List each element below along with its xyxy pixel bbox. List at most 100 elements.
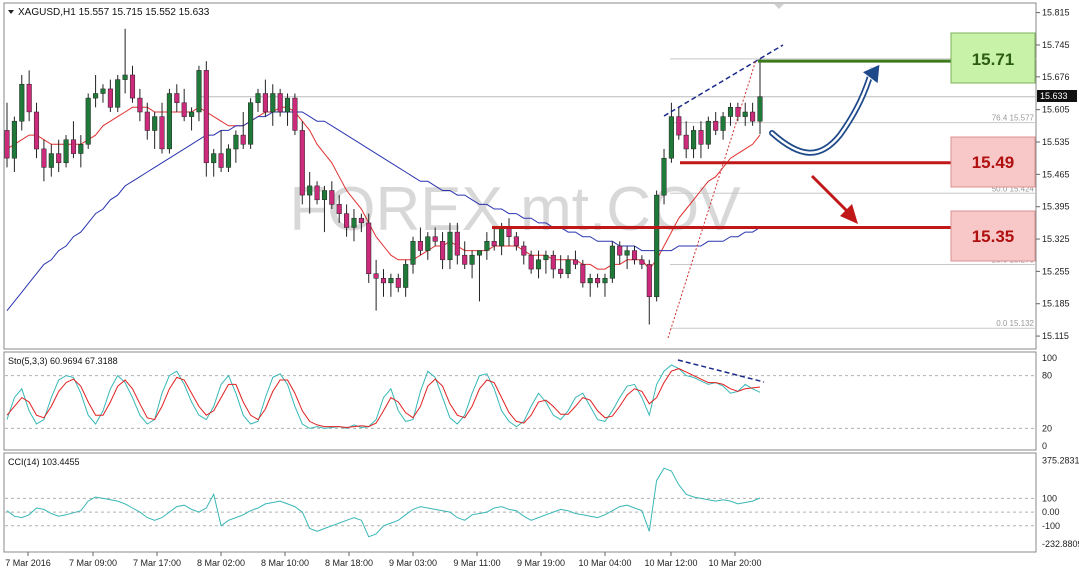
candle-body [129, 74, 136, 99]
candle-body [727, 107, 734, 117]
candle-body [351, 217, 357, 228]
candle-body [122, 74, 128, 80]
current-price-value: 15.633 [1040, 91, 1068, 101]
sto-axis-label: 0 [1042, 441, 1047, 451]
candle-body [558, 268, 564, 274]
candle-body [70, 139, 77, 154]
candle-body [654, 194, 660, 298]
candle-body [233, 134, 239, 150]
time-axis-label: 10 Mar 20:00 [708, 558, 761, 568]
candle-body [314, 185, 320, 201]
candle-body [152, 116, 158, 131]
candle-body [41, 148, 47, 168]
candle-body [683, 134, 689, 150]
sto-axis-label: 80 [1042, 371, 1052, 381]
candle-body [499, 227, 505, 247]
price-axis-label: 15.815 [1042, 8, 1070, 18]
candle-body [277, 93, 283, 113]
candle-body [395, 278, 401, 288]
candle-body [609, 245, 615, 279]
time-axis-label: 8 Mar 18:00 [325, 558, 373, 568]
candle-body [484, 241, 490, 251]
candle-body [528, 254, 534, 270]
candle-body [78, 144, 84, 154]
candle-body [366, 222, 372, 274]
price-axis-label: 15.185 [1042, 299, 1070, 309]
price-axis-label: 15.745 [1042, 40, 1070, 50]
candle-body [56, 153, 62, 164]
sto-axis-label: 100 [1042, 353, 1057, 363]
candle-body [668, 116, 674, 159]
time-axis-label: 8 Mar 02:00 [197, 558, 245, 568]
cci-axis-label: 0.00 [1042, 507, 1060, 517]
candle-body [617, 245, 623, 256]
candle-body [329, 190, 335, 205]
candle-body [572, 259, 579, 265]
candle-body [388, 278, 394, 284]
candle-body [344, 213, 350, 228]
time-axis-label: 7 Mar 2016 [5, 558, 51, 568]
candle-body [292, 97, 298, 131]
candle-body [26, 83, 32, 113]
candle-body [602, 278, 608, 284]
price-axis-label: 15.465 [1042, 169, 1070, 179]
candle-body [417, 241, 423, 251]
candle-body [107, 88, 113, 108]
candle-body [240, 134, 246, 145]
fib-level-label: 0.0 15.132 [996, 319, 1034, 328]
candle-body [211, 153, 217, 164]
candle-body [624, 250, 630, 256]
candle-body [225, 148, 232, 168]
candle-body [691, 130, 697, 150]
candle-body [93, 93, 99, 99]
candle-body [33, 111, 40, 150]
candle-body [380, 278, 387, 284]
candle-body [661, 157, 667, 196]
candle-body [521, 245, 527, 256]
chart-header: XAGUSD,H1 15.557 15.715 15.552 15.633 [18, 7, 210, 18]
candle-body [336, 204, 342, 214]
candle-body [705, 120, 711, 145]
candle-body [469, 254, 475, 265]
candle-body [565, 259, 571, 274]
cci-axis-label: 375.2831 [1042, 456, 1079, 466]
candle-body [646, 264, 652, 297]
candle-body [159, 116, 165, 150]
time-axis-label: 10 Mar 04:00 [578, 558, 631, 568]
price-axis-label: 15.676 [1042, 72, 1070, 82]
candle-body [587, 278, 593, 284]
candle-body [425, 236, 431, 251]
candle-body [321, 190, 328, 200]
candle-body [189, 111, 195, 117]
candle-body [284, 97, 291, 113]
candle-body [410, 241, 416, 265]
candle-body [720, 116, 726, 131]
candle-body [100, 88, 106, 94]
candle-body [373, 273, 379, 279]
candle-body [447, 231, 453, 261]
cci-axis-label: -232.8809 [1042, 539, 1079, 549]
candle-body [535, 259, 542, 270]
candle-body [639, 259, 645, 265]
candle-body [742, 111, 748, 117]
price-axis-label: 15.605 [1042, 105, 1070, 115]
candle-body [166, 93, 172, 150]
cci-axis-label: 100 [1042, 493, 1057, 503]
price-axis-label: 15.395 [1042, 202, 1070, 212]
price-axis-label: 15.115 [1042, 331, 1069, 341]
candle-body [595, 278, 601, 284]
candle-body [440, 241, 446, 261]
time-axis-label: 9 Mar 03:00 [389, 558, 437, 568]
candle-body [218, 153, 224, 168]
candle-body [462, 254, 468, 265]
candle-body [174, 93, 180, 103]
fib-level-label: 76.4 15.577 [992, 114, 1035, 123]
stochastic-title: Sto(5,3,3) 60.9694 67.3188 [8, 356, 118, 366]
candle-body [307, 185, 313, 196]
candle-body [476, 250, 483, 256]
time-axis-label: 10 Mar 12:00 [644, 558, 697, 568]
candle-body [181, 102, 187, 117]
price-chart[interactable]: FOREX mt.COV 76.4 15.57750.0 15.42423.6 … [0, 0, 1079, 574]
candle-body [432, 236, 438, 242]
candle-body [255, 93, 261, 103]
